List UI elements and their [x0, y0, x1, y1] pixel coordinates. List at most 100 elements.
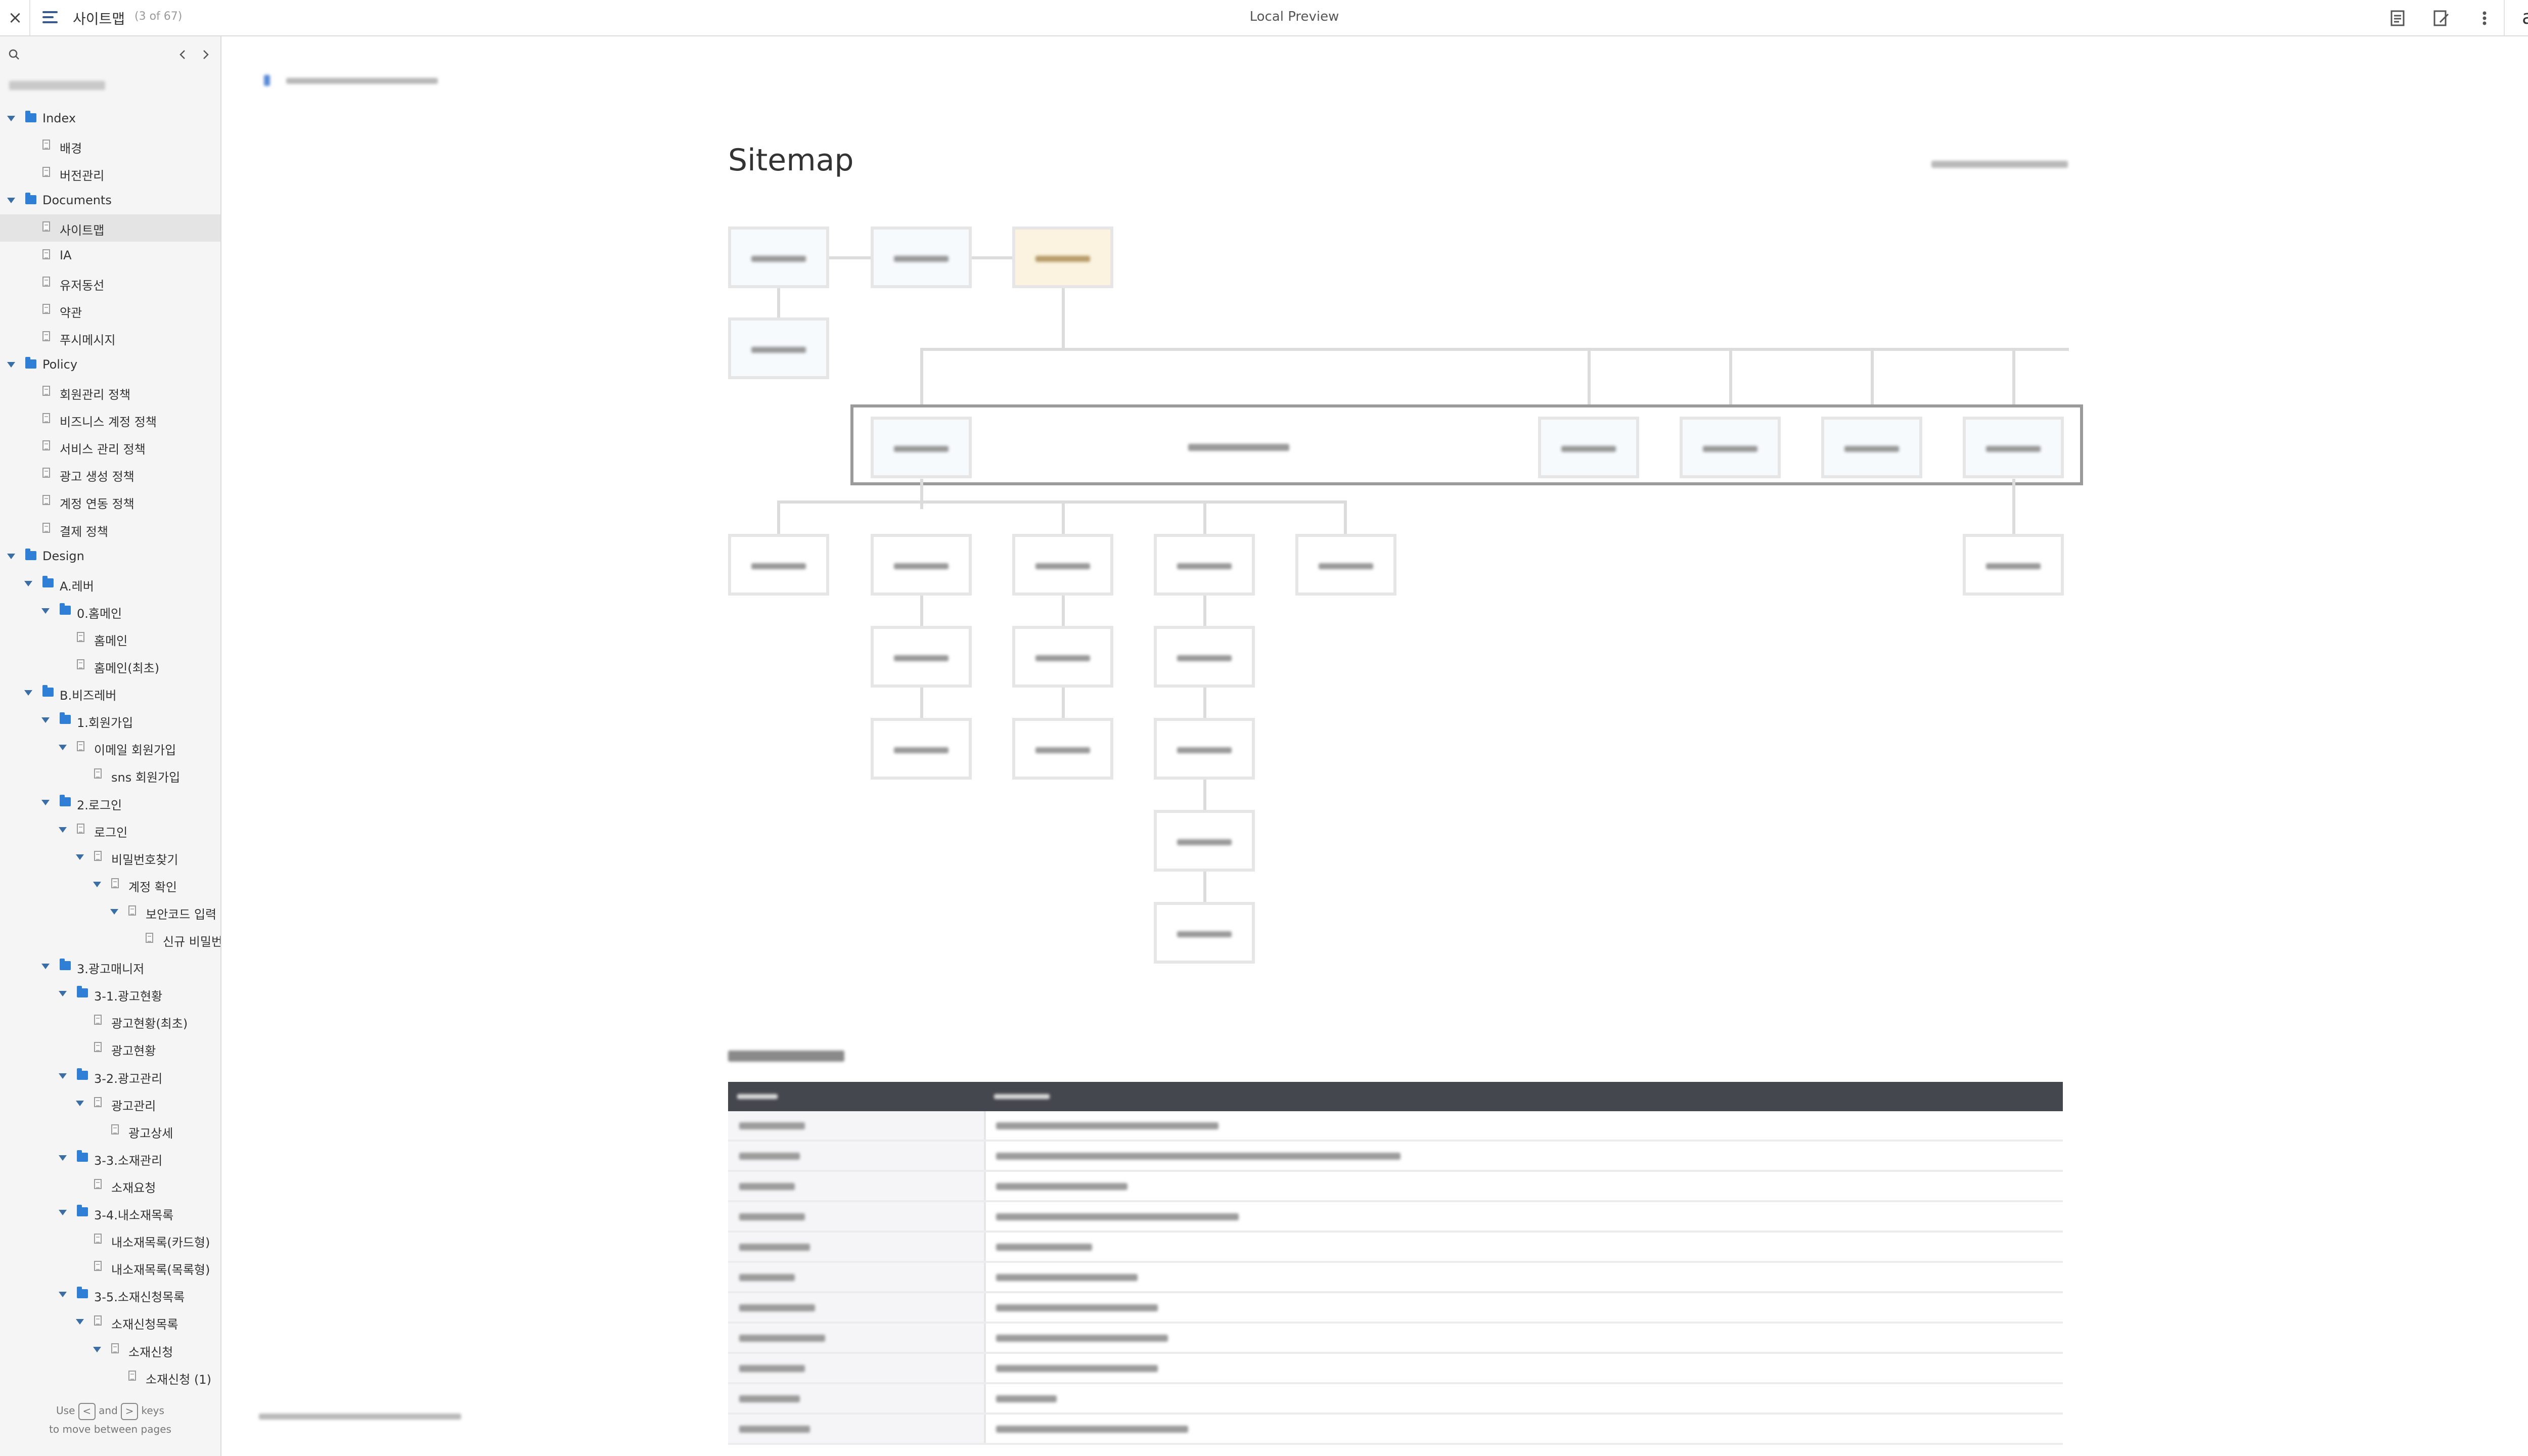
expand-arrow-icon[interactable]	[59, 1155, 67, 1161]
page-icon	[42, 386, 50, 396]
sidebar-item-page[interactable]: 소재신청	[0, 1336, 220, 1363]
chevron-left-icon[interactable]	[177, 49, 189, 61]
sidebar-item-label: A.레버	[60, 579, 94, 594]
hamburger-menu-icon[interactable]	[39, 7, 62, 29]
expand-arrow-icon[interactable]	[59, 745, 67, 751]
sidebar-item-folder[interactable]: 1.회원가입	[0, 707, 220, 734]
sidebar-item-page[interactable]: 소재요청	[0, 1172, 220, 1199]
sidebar-item-folder[interactable]: Index	[0, 105, 220, 132]
expand-arrow-icon[interactable]	[59, 1210, 67, 1215]
expand-arrow-icon[interactable]	[7, 198, 15, 204]
hint-text: Use	[56, 1404, 75, 1417]
sidebar-item-page[interactable]: 광고현황	[0, 1035, 220, 1062]
sidebar-item-page[interactable]: 보안코드 입력	[0, 898, 220, 926]
expand-arrow-icon[interactable]	[7, 361, 15, 368]
expand-arrow-icon[interactable]	[59, 1292, 67, 1298]
folder-icon	[60, 603, 71, 615]
close-icon[interactable]: ×	[5, 6, 25, 29]
sidebar-item-page[interactable]: 푸시메시지	[0, 324, 220, 351]
sitemap-node	[1154, 902, 1255, 964]
sidebar-item-label: 내소재목록(카드형)	[111, 1236, 210, 1250]
sidebar-item-page[interactable]: sns 회원가입	[0, 761, 220, 789]
sidebar-item-page[interactable]: 이메일 회원가입	[0, 734, 220, 761]
sidebar-item-page[interactable]: 사이트맵	[0, 214, 220, 242]
sidebar-item-page[interactable]: 소재신청 (1)	[0, 1363, 220, 1391]
sidebar-item-page[interactable]: 광고관리	[0, 1090, 220, 1117]
sidebar-item-page[interactable]: 결제 정책	[0, 516, 220, 543]
sidebar-item-folder[interactable]: Policy	[0, 351, 220, 379]
sidebar-item-folder[interactable]: 3.광고매니저	[0, 953, 220, 980]
breadcrumb	[264, 75, 270, 86]
notes-icon[interactable]	[2387, 7, 2408, 29]
sidebar-item-folder[interactable]: B.비즈레버	[0, 679, 220, 707]
page-icon	[77, 631, 84, 642]
sidebar-item-page[interactable]: 소재신청목록	[0, 1308, 220, 1336]
folder-icon	[77, 1287, 88, 1299]
preview-title: Local Preview	[1249, 9, 1339, 24]
table-row	[728, 1354, 2063, 1384]
expand-arrow-icon[interactable]	[76, 854, 84, 860]
search-icon[interactable]	[8, 49, 20, 61]
sidebar-item-page[interactable]: 광고현황(최초)	[0, 1008, 220, 1035]
expand-arrow-icon[interactable]	[24, 690, 32, 696]
expand-arrow-icon[interactable]	[59, 1073, 67, 1079]
sidebar-item-page[interactable]: 신규 비밀번	[0, 926, 220, 953]
sidebar-item-page[interactable]: 홈메인(최초)	[0, 652, 220, 679]
sidebar-item-label: 서비스 관리 정책	[60, 442, 146, 457]
sidebar-item-page[interactable]: 계정 연동 정책	[0, 488, 220, 515]
sidebar-item-page[interactable]: 로그인	[0, 816, 220, 844]
sidebar-item-folder[interactable]: 2.로그인	[0, 789, 220, 816]
sidebar-item-page[interactable]: 비즈니스 계정 정책	[0, 406, 220, 433]
expand-arrow-icon[interactable]	[59, 991, 67, 997]
expand-arrow-icon[interactable]	[76, 1100, 84, 1106]
page-icon	[94, 768, 102, 779]
sidebar-item-folder[interactable]: Design	[0, 543, 220, 570]
expand-arrow-icon[interactable]	[41, 717, 50, 723]
expand-arrow-icon[interactable]	[7, 553, 15, 559]
sidebar-item-page[interactable]: 버전관리	[0, 160, 220, 187]
edit-icon[interactable]	[2431, 7, 2451, 29]
page-icon	[42, 440, 50, 451]
expand-arrow-icon[interactable]	[76, 1319, 84, 1325]
sidebar-item-page[interactable]: 비밀번호찾기	[0, 844, 220, 871]
sidebar-item-folder[interactable]: 3-3.소재관리	[0, 1145, 220, 1172]
expand-arrow-icon[interactable]	[41, 608, 50, 614]
sidebar-item-label: 광고 생성 정책	[60, 470, 134, 484]
expand-arrow-icon[interactable]	[59, 827, 67, 833]
sidebar-item-folder[interactable]: 3-5.소재신청목록	[0, 1281, 220, 1308]
sidebar-item-folder[interactable]: 3-4.내소재목록	[0, 1199, 220, 1226]
expand-arrow-icon[interactable]	[24, 580, 32, 586]
sidebar-item-page[interactable]: 홈메인	[0, 625, 220, 652]
more-vertical-icon[interactable]	[2474, 7, 2495, 29]
sidebar-item-page[interactable]: 내소재목록(카드형)	[0, 1226, 220, 1254]
sidebar-item-page[interactable]: 광고 생성 정책	[0, 461, 220, 488]
expand-arrow-icon[interactable]	[93, 1346, 101, 1352]
sidebar-item-label: 회원관리 정책	[60, 388, 131, 402]
sidebar-item-page[interactable]: 서비스 관리 정책	[0, 433, 220, 461]
divider	[29, 0, 30, 35]
chevron-right-icon[interactable]	[199, 49, 211, 61]
keyboard-hint: Use < and > keys to move between pages	[0, 1401, 220, 1438]
expand-arrow-icon[interactable]	[110, 908, 118, 915]
sidebar-item-folder[interactable]: 0.홈메인	[0, 598, 220, 625]
sidebar-item-label: 광고상세	[128, 1126, 173, 1141]
sidebar-item-page[interactable]: 회원관리 정책	[0, 379, 220, 406]
expand-arrow-icon[interactable]	[41, 964, 50, 970]
sidebar-item-folder[interactable]: Documents	[0, 187, 220, 214]
sidebar-item-page[interactable]: 유저동선	[0, 269, 220, 297]
sidebar-item-page[interactable]: IA	[0, 242, 220, 269]
sidebar-item-page[interactable]: 배경	[0, 132, 220, 160]
sidebar-item-page[interactable]: 약관	[0, 297, 220, 324]
sidebar-item-folder[interactable]: 3-1.광고현황	[0, 980, 220, 1008]
expand-arrow-icon[interactable]	[41, 799, 50, 805]
expand-arrow-icon[interactable]	[93, 881, 101, 887]
sidebar-item-page[interactable]: 계정 확인	[0, 871, 220, 898]
sidebar-item-folder[interactable]: 3-2.광고관리	[0, 1063, 220, 1090]
sidebar-item-page[interactable]: 광고상세	[0, 1117, 220, 1145]
sitemap-node	[1154, 626, 1255, 688]
sidebar-item-page[interactable]: 내소재목록(목록형)	[0, 1254, 220, 1281]
sidebar-item-folder[interactable]: A.레버	[0, 570, 220, 598]
expand-arrow-icon[interactable]	[7, 116, 15, 121]
page-icon	[111, 1124, 119, 1134]
sidebar: Index 배경 버전관리 Documents 사이트맵 IA 유저동선 약관 푸시메시지 Pol…	[0, 36, 221, 1456]
